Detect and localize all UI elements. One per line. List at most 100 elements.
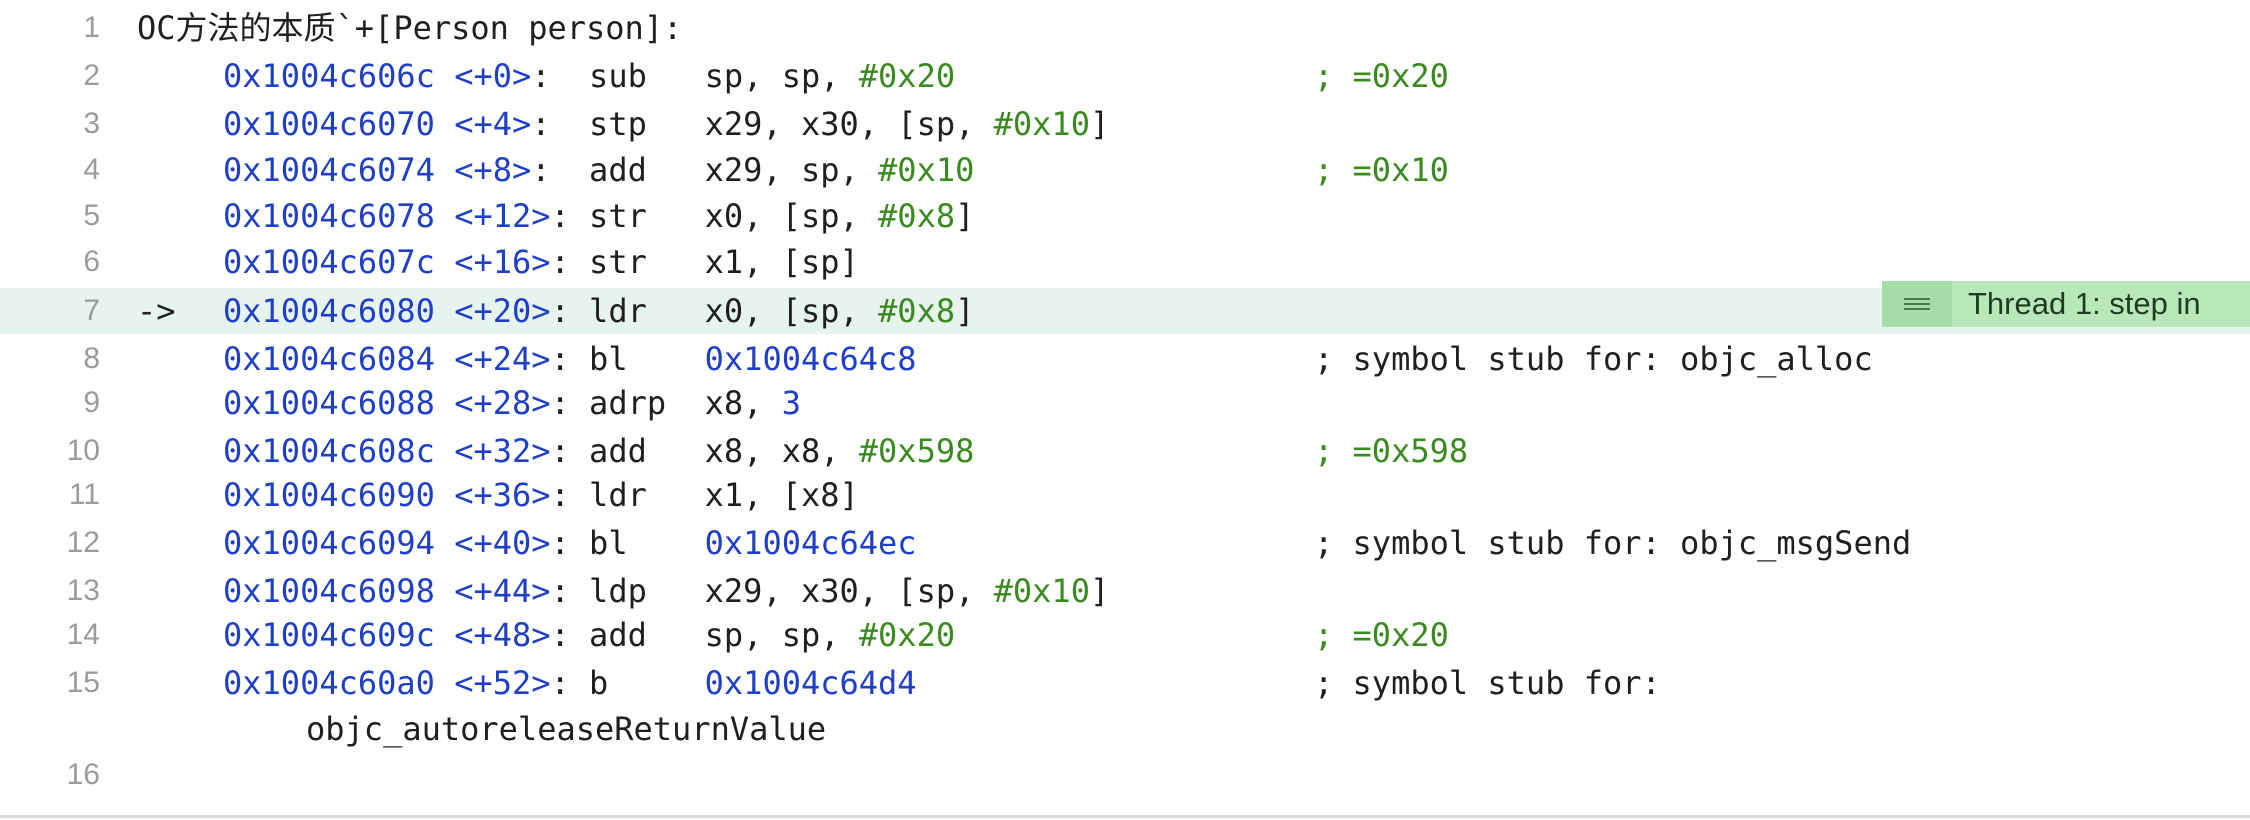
- instruction-text: -> 0x1004c6080 <+20>: ldr x0, [sp, #0x8]: [137, 288, 974, 334]
- operand: #0x10: [878, 151, 975, 189]
- operand: sp, sp,: [704, 57, 859, 95]
- operand: 3: [781, 384, 801, 422]
- line-number: 14: [66, 618, 100, 651]
- line-number: 1: [83, 11, 100, 44]
- code-line[interactable]: 5 0x1004c6078 <+12>: str x0, [sp, #0x8]: [0, 193, 2250, 239]
- code-line-wrap: objc_autoreleaseReturnValue: [0, 706, 2250, 752]
- instruction-address: 0x1004c609c: [223, 616, 435, 654]
- operand: x8, x8,: [704, 432, 859, 470]
- wrapped-comment: objc_autoreleaseReturnValue: [306, 710, 827, 748]
- line-number: 8: [83, 342, 100, 375]
- disassembly-editor: 1 OC方法的本质`+[Person person]: 2 0x1004c606c <…: [0, 0, 2250, 820]
- operand: ]: [1089, 572, 1110, 610]
- code-line[interactable]: 10 0x1004c608c <+32>: add x8, x8, #0x598;…: [0, 428, 2250, 474]
- operand: #0x8: [878, 292, 956, 330]
- offset-separator: :: [550, 664, 590, 702]
- opcode: ldr: [589, 292, 667, 330]
- opcode: stp: [589, 105, 667, 143]
- operand: ]: [1089, 105, 1110, 143]
- code-line[interactable]: 9 0x1004c6088 <+28>: adrp x8, 3: [0, 380, 2250, 426]
- opcode: add: [589, 432, 667, 470]
- code-line[interactable]: 8 0x1004c6084 <+24>: bl 0x1004c64c8 ; symb…: [0, 336, 2250, 382]
- instruction-comment: ; symbol stub for:: [1314, 664, 1661, 702]
- operand: x29, sp,: [704, 151, 879, 189]
- instruction-comment: ; symbol stub for: objc_alloc: [1314, 340, 1873, 378]
- thread-status-label: Thread 1: step in: [1968, 286, 2201, 321]
- line-number: 3: [83, 107, 100, 140]
- opcode: adrp: [589, 384, 667, 422]
- instruction-text: 0x1004c6094 <+40>: bl 0x1004c64ec ; symbo…: [137, 520, 1911, 566]
- code-line[interactable]: 15 0x1004c60a0 <+52>: b 0x1004c64d4 ; symb…: [0, 660, 2250, 706]
- editor-bottom-divider: [0, 815, 2250, 818]
- opcode: add: [589, 616, 667, 654]
- instruction-address: 0x1004c606c: [223, 57, 435, 95]
- instruction-text: 0x1004c607c <+16>: str x1, [sp]: [137, 239, 859, 285]
- operand: ]: [955, 292, 975, 330]
- operand: 0x1004c64c8: [704, 340, 917, 378]
- code-line[interactable]: 11 0x1004c6090 <+36>: ldr x1, [x8]: [0, 472, 2250, 518]
- instruction-text: 0x1004c6090 <+36>: ldr x1, [x8]: [137, 472, 859, 518]
- opcode: add: [589, 151, 667, 189]
- instruction-offset: <+44>: [454, 572, 551, 610]
- line-number: 15: [66, 666, 100, 699]
- opcode: ldp: [589, 572, 667, 610]
- lines-icon: [1882, 281, 1952, 327]
- code-line[interactable]: 2 0x1004c606c <+0>: sub sp, sp, #0x20 ; =0…: [0, 53, 2250, 99]
- operand: x1, [sp]: [704, 243, 859, 281]
- instruction-comment: ; =0x20: [1314, 57, 1449, 95]
- instruction-text: OC方法的本质`+[Person person]:: [137, 5, 682, 51]
- code-line[interactable]: 13 0x1004c6098 <+44>: ldp x29, x30, [sp, …: [0, 568, 2250, 614]
- instruction-address: 0x1004c6078: [223, 197, 435, 235]
- offset-separator: :: [550, 572, 590, 610]
- offset-separator: :: [550, 476, 590, 514]
- line-number: 16: [66, 758, 100, 791]
- instruction-address: 0x1004c6080: [223, 292, 435, 330]
- instruction-address: 0x1004c6088: [223, 384, 435, 422]
- instruction-offset: <+8>: [454, 151, 532, 189]
- offset-separator: :: [550, 432, 590, 470]
- offset-separator: :: [550, 616, 590, 654]
- code-line[interactable]: 3 0x1004c6070 <+4>: stp x29, x30, [sp, #0…: [0, 101, 2250, 147]
- instruction-text: 0x1004c6084 <+24>: bl 0x1004c64c8 ; symbo…: [137, 336, 1873, 382]
- code-line[interactable]: 1 OC方法的本质`+[Person person]:: [0, 5, 2250, 51]
- offset-separator: :: [550, 197, 590, 235]
- instruction-address: 0x1004c6084: [223, 340, 435, 378]
- line-number: 7: [83, 294, 100, 327]
- instruction-offset: <+20>: [454, 292, 551, 330]
- instruction-offset: <+52>: [454, 664, 551, 702]
- instruction-address: 0x1004c6098: [223, 572, 435, 610]
- instruction-text: 0x1004c609c <+48>: add sp, sp, #0x20 ; =0…: [137, 612, 1449, 658]
- function-title: OC方法的本质`+[Person person]:: [137, 9, 683, 47]
- offset-separator: :: [550, 340, 590, 378]
- instruction-offset: <+32>: [454, 432, 551, 470]
- instruction-address: 0x1004c607c: [223, 243, 435, 281]
- instruction-address: 0x1004c6090: [223, 476, 435, 514]
- operand: #0x10: [993, 105, 1090, 143]
- instruction-text: 0x1004c6070 <+4>: stp x29, x30, [sp, #0x…: [137, 101, 1109, 147]
- offset-separator: :: [550, 243, 590, 281]
- opcode: ldr: [589, 476, 667, 514]
- instruction-address: 0x1004c6094: [223, 524, 435, 562]
- instruction-text: 0x1004c606c <+0>: sub sp, sp, #0x20 ; =0x…: [137, 53, 1449, 99]
- line-number: 6: [83, 245, 100, 278]
- opcode: str: [589, 197, 667, 235]
- line-number: 10: [66, 434, 100, 467]
- code-line[interactable]: 16: [0, 752, 2250, 798]
- code-line[interactable]: 12 0x1004c6094 <+40>: bl 0x1004c64ec ; sym…: [0, 520, 2250, 566]
- opcode: str: [589, 243, 667, 281]
- instruction-comment: ; =0x598: [1314, 432, 1469, 470]
- instruction-offset: <+0>: [454, 57, 532, 95]
- operand: x29, x30, [sp,: [704, 105, 994, 143]
- instruction-offset: <+40>: [454, 524, 551, 562]
- code-line[interactable]: 4 0x1004c6074 <+8>: add x29, sp, #0x10 ; =…: [0, 147, 2250, 193]
- instruction-offset: <+12>: [454, 197, 551, 235]
- code-line[interactable]: 6 0x1004c607c <+16>: str x1, [sp]: [0, 239, 2250, 285]
- line-number: 13: [66, 574, 100, 607]
- code-line[interactable]: 14 0x1004c609c <+48>: add sp, sp, #0x20 ; …: [0, 612, 2250, 658]
- opcode: bl: [589, 524, 667, 562]
- thread-status-badge[interactable]: Thread 1: step in: [1882, 281, 2250, 327]
- operand: x1, [x8]: [704, 476, 859, 514]
- instruction-text: 0x1004c6078 <+12>: str x0, [sp, #0x8]: [137, 193, 974, 239]
- offset-separator: :: [531, 57, 590, 95]
- instruction-text: 0x1004c6088 <+28>: adrp x8, 3: [137, 380, 801, 426]
